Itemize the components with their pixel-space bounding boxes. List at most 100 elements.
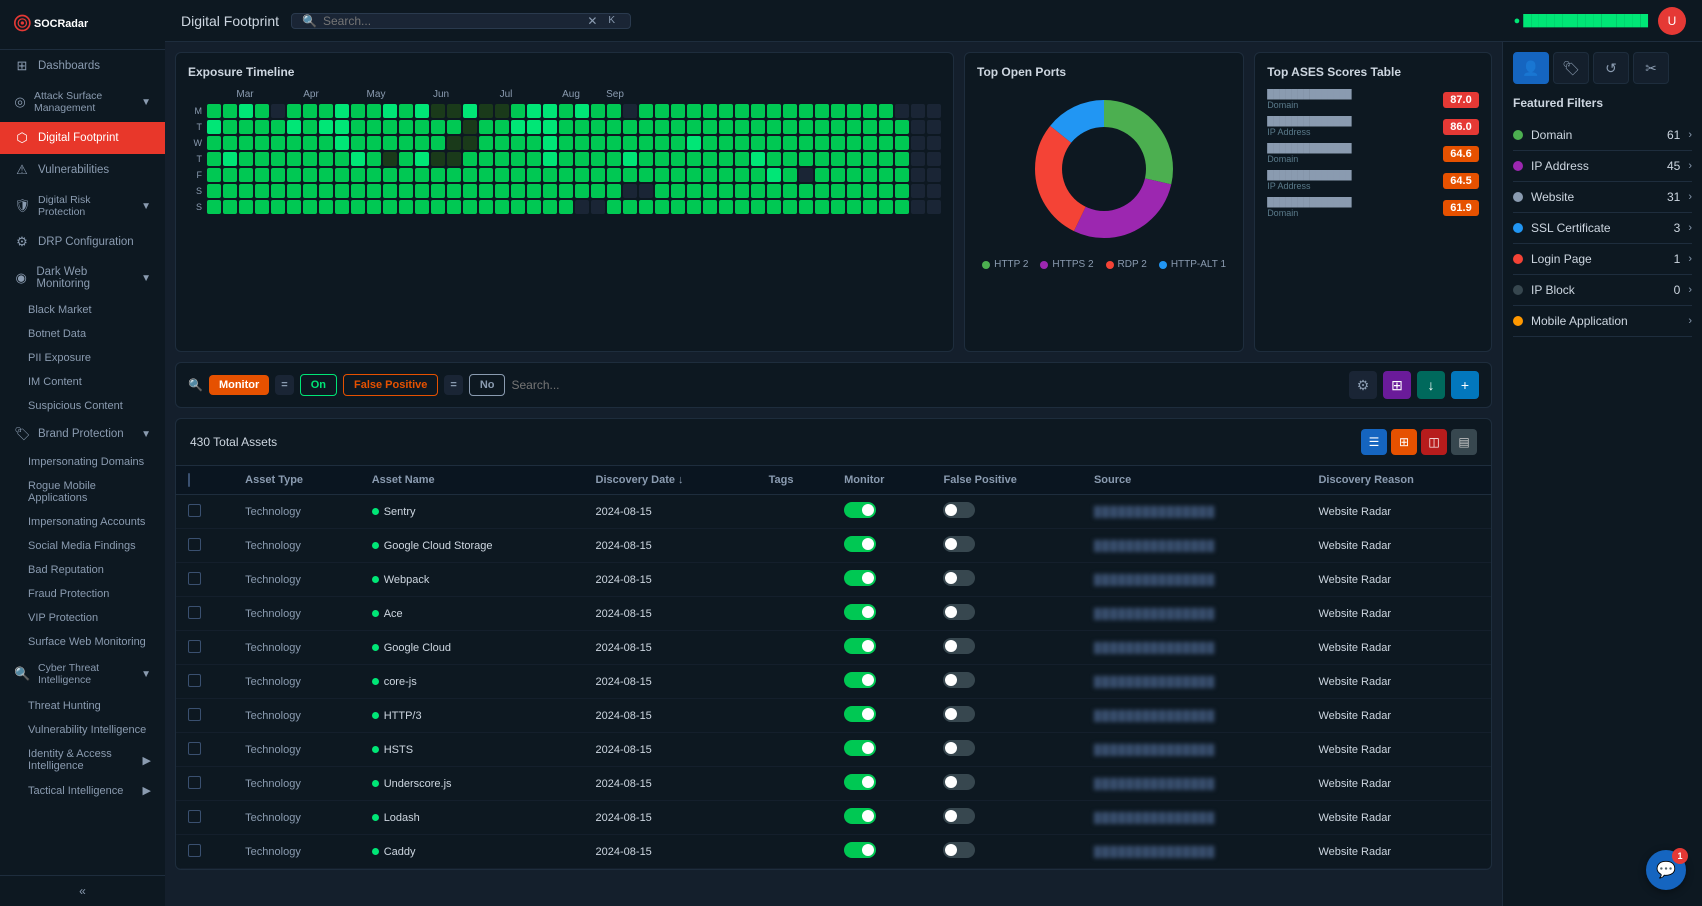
rp-tab-history[interactable]: ↺ bbox=[1593, 52, 1629, 84]
false-positive-toggle[interactable] bbox=[943, 502, 975, 518]
false-positive-toggle[interactable] bbox=[943, 842, 975, 858]
view-list-button[interactable]: ☰ bbox=[1361, 429, 1387, 455]
search-input[interactable] bbox=[323, 14, 581, 28]
monitor-toggle[interactable] bbox=[844, 536, 876, 552]
false-positive-toggle[interactable] bbox=[943, 672, 975, 688]
sidebar-item-botnet-data[interactable]: Botnet Data bbox=[0, 322, 165, 346]
false-positive-toggle[interactable] bbox=[943, 570, 975, 586]
false-positive-toggle[interactable] bbox=[943, 638, 975, 654]
row-checkbox[interactable] bbox=[188, 810, 201, 823]
assets-view-buttons: ☰ ⊞ ◫ ▤ bbox=[1361, 429, 1477, 455]
assets-count: 430 Total Assets bbox=[190, 435, 277, 449]
featured-filter-item[interactable]: SSL Certificate 3 › bbox=[1513, 213, 1692, 244]
sidebar-item-tactical-intel[interactable]: Tactical Intelligence ▶ bbox=[0, 778, 165, 803]
no-filter-button[interactable]: No bbox=[469, 374, 506, 396]
row-checkbox[interactable] bbox=[188, 776, 201, 789]
rp-tab-filter[interactable]: ✂ bbox=[1633, 52, 1669, 84]
monitor-toggle[interactable] bbox=[844, 774, 876, 790]
monitor-toggle[interactable] bbox=[844, 604, 876, 620]
day-cell bbox=[495, 136, 509, 150]
featured-filter-item[interactable]: IP Address 45 › bbox=[1513, 151, 1692, 182]
sidebar-item-social-media[interactable]: Social Media Findings bbox=[0, 534, 165, 558]
false-positive-toggle[interactable] bbox=[943, 740, 975, 756]
monitor-toggle[interactable] bbox=[844, 808, 876, 824]
row-checkbox[interactable] bbox=[188, 742, 201, 755]
user-avatar[interactable]: U bbox=[1658, 7, 1686, 35]
view-orange-button[interactable]: ⊞ bbox=[1391, 429, 1417, 455]
monitor-toggle[interactable] bbox=[844, 638, 876, 654]
on-filter-button[interactable]: On bbox=[300, 374, 337, 396]
day-cell bbox=[783, 136, 797, 150]
filter-grid-button[interactable]: ⊞ bbox=[1383, 371, 1411, 399]
row-checkbox[interactable] bbox=[188, 538, 201, 551]
sidebar-item-digital-risk[interactable]: 🛡 Digital Risk Protection ▼ bbox=[0, 186, 165, 226]
sidebar-item-vulnerabilities[interactable]: ⚠ Vulnerabilities bbox=[0, 154, 165, 186]
eq2-button[interactable]: = bbox=[444, 375, 462, 395]
eq1-button[interactable]: = bbox=[275, 375, 293, 395]
day-cell bbox=[911, 200, 925, 214]
sidebar-item-threat-hunting[interactable]: Threat Hunting bbox=[0, 694, 165, 718]
sidebar-item-cyber-threat[interactable]: 🔍 Cyber Threat Intelligence ▼ bbox=[0, 654, 165, 694]
false-positive-toggle[interactable] bbox=[943, 604, 975, 620]
monitor-toggle[interactable] bbox=[844, 842, 876, 858]
sidebar-item-vuln-intelligence[interactable]: Vulnerability Intelligence bbox=[0, 718, 165, 742]
sidebar-item-impersonating-accounts[interactable]: Impersonating Accounts bbox=[0, 510, 165, 534]
view-gray-button[interactable]: ▤ bbox=[1451, 429, 1477, 455]
row-checkbox[interactable] bbox=[188, 844, 201, 857]
filter-download-button[interactable]: ↓ bbox=[1417, 371, 1445, 399]
sidebar-item-pii-exposure[interactable]: PII Exposure bbox=[0, 346, 165, 370]
sidebar-item-bad-reputation[interactable]: Bad Reputation bbox=[0, 558, 165, 582]
assets-table: Asset Type Asset Name Discovery Date ↓ T… bbox=[176, 466, 1491, 869]
sidebar-item-surface-web[interactable]: Surface Web Monitoring bbox=[0, 630, 165, 654]
false-positive-toggle[interactable] bbox=[943, 808, 975, 824]
close-search-icon[interactable]: ✕ bbox=[587, 14, 597, 28]
monitor-filter-button[interactable]: Monitor bbox=[209, 375, 269, 395]
row-checkbox[interactable] bbox=[188, 708, 201, 721]
sidebar-item-vip-protection[interactable]: VIP Protection bbox=[0, 606, 165, 630]
false-positive-toggle[interactable] bbox=[943, 774, 975, 790]
featured-filter-item[interactable]: Domain 61 › bbox=[1513, 120, 1692, 151]
sidebar-item-drp-config[interactable]: ⚙ DRP Configuration bbox=[0, 226, 165, 258]
sidebar-collapse-button[interactable]: « bbox=[0, 875, 165, 906]
featured-filter-item[interactable]: Website 31 › bbox=[1513, 182, 1692, 213]
ases-type: Domain bbox=[1267, 100, 1437, 110]
sidebar-item-impersonating-domains[interactable]: Impersonating Domains bbox=[0, 450, 165, 474]
sidebar-item-brand-protection[interactable]: 🏷 Brand Protection ▼ bbox=[0, 418, 165, 450]
select-all-checkbox[interactable] bbox=[188, 473, 190, 487]
featured-filter-item[interactable]: Mobile Application › bbox=[1513, 306, 1692, 337]
rp-tab-tag[interactable]: 🏷 bbox=[1553, 52, 1589, 84]
sidebar-item-dashboards[interactable]: ⊞ Dashboards bbox=[0, 50, 165, 82]
row-checkbox[interactable] bbox=[188, 674, 201, 687]
sidebar-item-digital-footprint[interactable]: ⬡ Digital Footprint bbox=[0, 122, 165, 154]
filter-add-button[interactable]: + bbox=[1451, 371, 1479, 399]
monitor-toggle[interactable] bbox=[844, 706, 876, 722]
false-positive-toggle[interactable] bbox=[943, 536, 975, 552]
assets-search-input[interactable] bbox=[511, 378, 1343, 392]
chat-button[interactable]: 💬 1 bbox=[1646, 850, 1686, 890]
sidebar-item-rogue-mobile[interactable]: Rogue Mobile Applications bbox=[0, 474, 165, 510]
sidebar-item-identity-access[interactable]: Identity & Access Intelligence ▶ bbox=[0, 742, 165, 778]
sidebar-item-fraud-protection[interactable]: Fraud Protection bbox=[0, 582, 165, 606]
monitor-toggle[interactable] bbox=[844, 740, 876, 756]
monitor-toggle[interactable] bbox=[844, 570, 876, 586]
row-checkbox[interactable] bbox=[188, 572, 201, 585]
sidebar-item-black-market[interactable]: Black Market bbox=[0, 298, 165, 322]
monitor-toggle[interactable] bbox=[844, 502, 876, 518]
asset-dot bbox=[372, 576, 379, 583]
false-positive-filter-button[interactable]: False Positive bbox=[343, 374, 438, 396]
sidebar-item-im-content[interactable]: IM Content bbox=[0, 370, 165, 394]
sidebar-item-attack-surface[interactable]: ◎ Attack Surface Management ▼ bbox=[0, 82, 165, 122]
featured-filter-item[interactable]: IP Block 0 › bbox=[1513, 275, 1692, 306]
sidebar-item-suspicious[interactable]: Suspicious Content bbox=[0, 394, 165, 418]
row-checkbox[interactable] bbox=[188, 640, 201, 653]
day-cell bbox=[895, 152, 909, 166]
monitor-toggle[interactable] bbox=[844, 672, 876, 688]
featured-filter-item[interactable]: Login Page 1 › bbox=[1513, 244, 1692, 275]
filter-settings-button[interactable]: ⚙ bbox=[1349, 371, 1377, 399]
sidebar-item-dark-web[interactable]: ◉ Dark Web Monitoring ▼ bbox=[0, 258, 165, 298]
view-red-button[interactable]: ◫ bbox=[1421, 429, 1447, 455]
rp-tab-user[interactable]: 👤 bbox=[1513, 52, 1549, 84]
false-positive-toggle[interactable] bbox=[943, 706, 975, 722]
row-checkbox[interactable] bbox=[188, 606, 201, 619]
row-checkbox[interactable] bbox=[188, 504, 201, 517]
